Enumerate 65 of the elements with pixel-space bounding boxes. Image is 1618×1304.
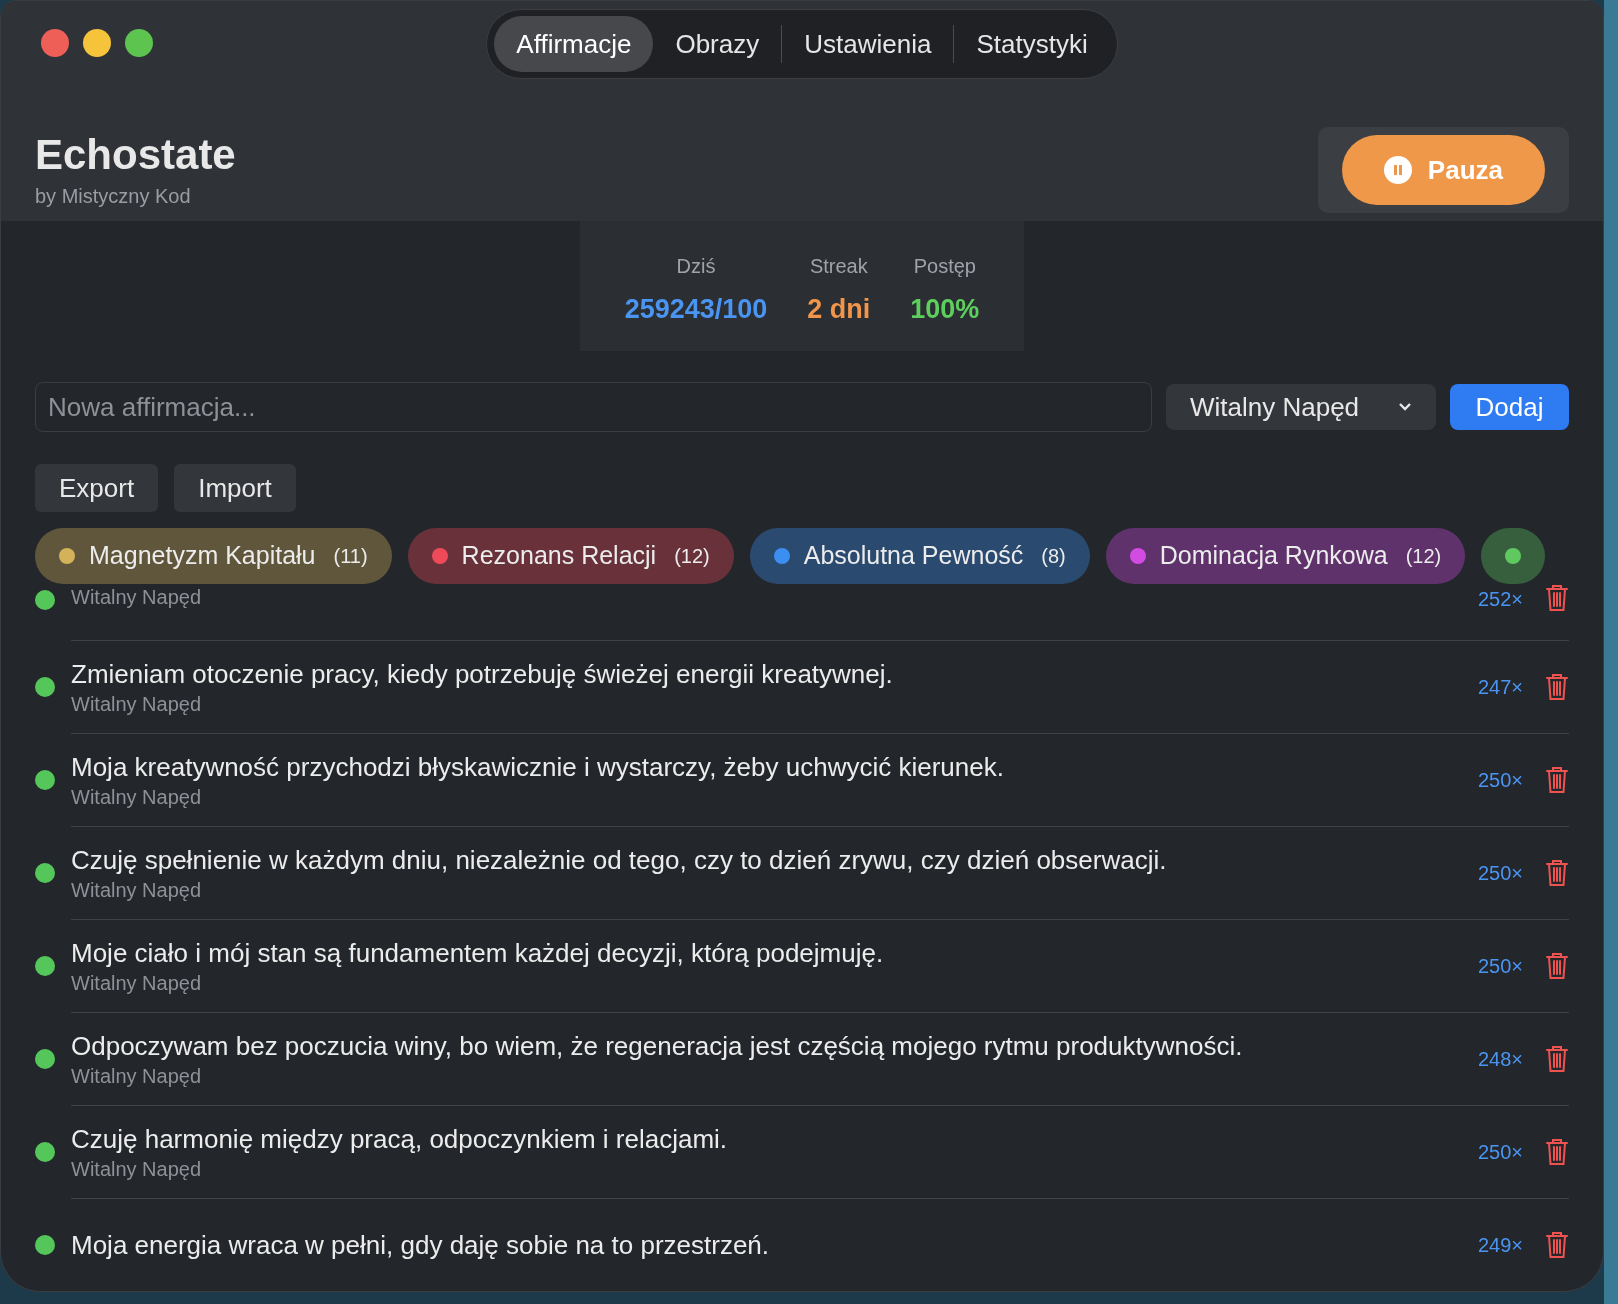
repeat-count: 250× [1477,953,1523,979]
affirmation-text: Odpoczywam bez poczucia winy, bo wiem, że regeneracja jest częścią mojego rytmu produktywności. [71,1029,1244,1063]
repeat-count: 247× [1477,674,1523,700]
add-button[interactable]: Dodaj [1450,384,1569,430]
affirmation-text: Moje ciało i mój stan są fundamentem każdej decyzji, którą podejmuję. [71,936,885,970]
category-name: Rezonans Relacji [461,540,657,572]
stat-value: 259243/100 [624,293,768,326]
stat-value: 100% [910,293,980,326]
category-count: (8) [1041,544,1066,569]
affirmation-text: Moja kreatywność przychodzi błyskawicznie i wystarczy, żeby uchwycić kierunek. [71,750,1005,784]
category-name: Absolutna Pewność [803,540,1024,572]
category-count: (11) [333,544,368,569]
close-window-icon[interactable] [41,29,69,57]
repeat-count: 249× [1477,1232,1523,1258]
category-count: (12) [1405,544,1442,569]
affirmation-category: Witalny Napęd [71,585,203,610]
category-name: Magnetyzm Kapitału [89,540,316,572]
stat-label: Postęp [913,254,976,279]
tab[interactable]: Ustawienia [782,16,954,72]
category-chip[interactable] [1481,528,1546,584]
repeat-count: 250× [1477,1139,1523,1165]
category-chip[interactable]: Dominacja Rynkowa (12) [1105,528,1466,584]
affirmation-category: Witalny Napęd [71,1156,203,1182]
category-dropdown[interactable]: Witalny Napęd [1166,384,1436,430]
tab[interactable]: Obrazy [653,16,782,72]
trash-icon[interactable] [1545,584,1569,612]
trash-icon[interactable] [1545,765,1569,794]
tab[interactable]: Affirmacje [494,16,654,72]
affirmation-text: Czuję harmonię między pracą, odpoczynkiem i relacjami. [71,1122,729,1156]
affirmation-category: Witalny Napęd [71,1063,203,1089]
zoom-window-icon[interactable] [125,29,153,57]
stat-label: Dziś [676,254,716,279]
new-affirmation-field[interactable]: Nowa affirmacja... [35,382,1152,432]
stat-value: 2 dni [807,293,871,326]
affirmation-category: Witalny Napęd [71,877,203,903]
repeat-count: 248× [1477,1046,1523,1072]
minimize-window-icon[interactable] [83,29,111,57]
affirmation-text: Czuję spełnienie w każdym dniu, niezależnie od tego, czy to dzień zrywu, czy dzień obserwacji. [71,843,1168,877]
app-subtitle: by Mistyczny Kod [35,184,192,210]
trash-icon[interactable] [1545,1044,1569,1073]
affirmation-category: Witalny Napęd [71,784,203,810]
trash-icon[interactable] [1545,951,1569,980]
repeat-count: 252× [1477,587,1523,612]
affirmation-text: Moja energia wraca w pełni, gdy daję sobie na to przestrzeń. [71,1228,771,1262]
category-count: (12) [674,544,710,569]
category-chip[interactable]: Rezonans Relacji (12) [407,528,734,584]
pause-icon [1383,156,1412,184]
affirmation-category: Witalny Napęd [71,691,203,717]
repeat-count: 250× [1477,860,1523,886]
tab[interactable]: Statystyki [954,16,1110,72]
action-button[interactable]: Import [174,464,296,512]
category-name: Dominacja Rynkowa [1159,540,1388,572]
stat-label: Streak [809,254,868,279]
category-chip[interactable]: Absolutna Pewność (8) [749,528,1090,584]
trash-icon[interactable] [1545,858,1569,887]
trash-icon[interactable] [1545,672,1569,701]
app-title: Echostate [35,129,236,180]
action-button[interactable]: Export [35,464,159,512]
repeat-count: 250× [1477,767,1523,793]
trash-icon[interactable] [1545,1137,1569,1166]
chevron-down-icon [1398,402,1412,412]
category-chip[interactable]: Magnetyzm Kapitału (11) [35,528,392,584]
affirmation-text: Zmieniam otoczenie pracy, kiedy potrzebuję świeżej energii kreatywnej. [71,657,894,691]
trash-icon[interactable] [1545,1230,1569,1259]
affirmation-category: Witalny Napęd [71,970,203,996]
